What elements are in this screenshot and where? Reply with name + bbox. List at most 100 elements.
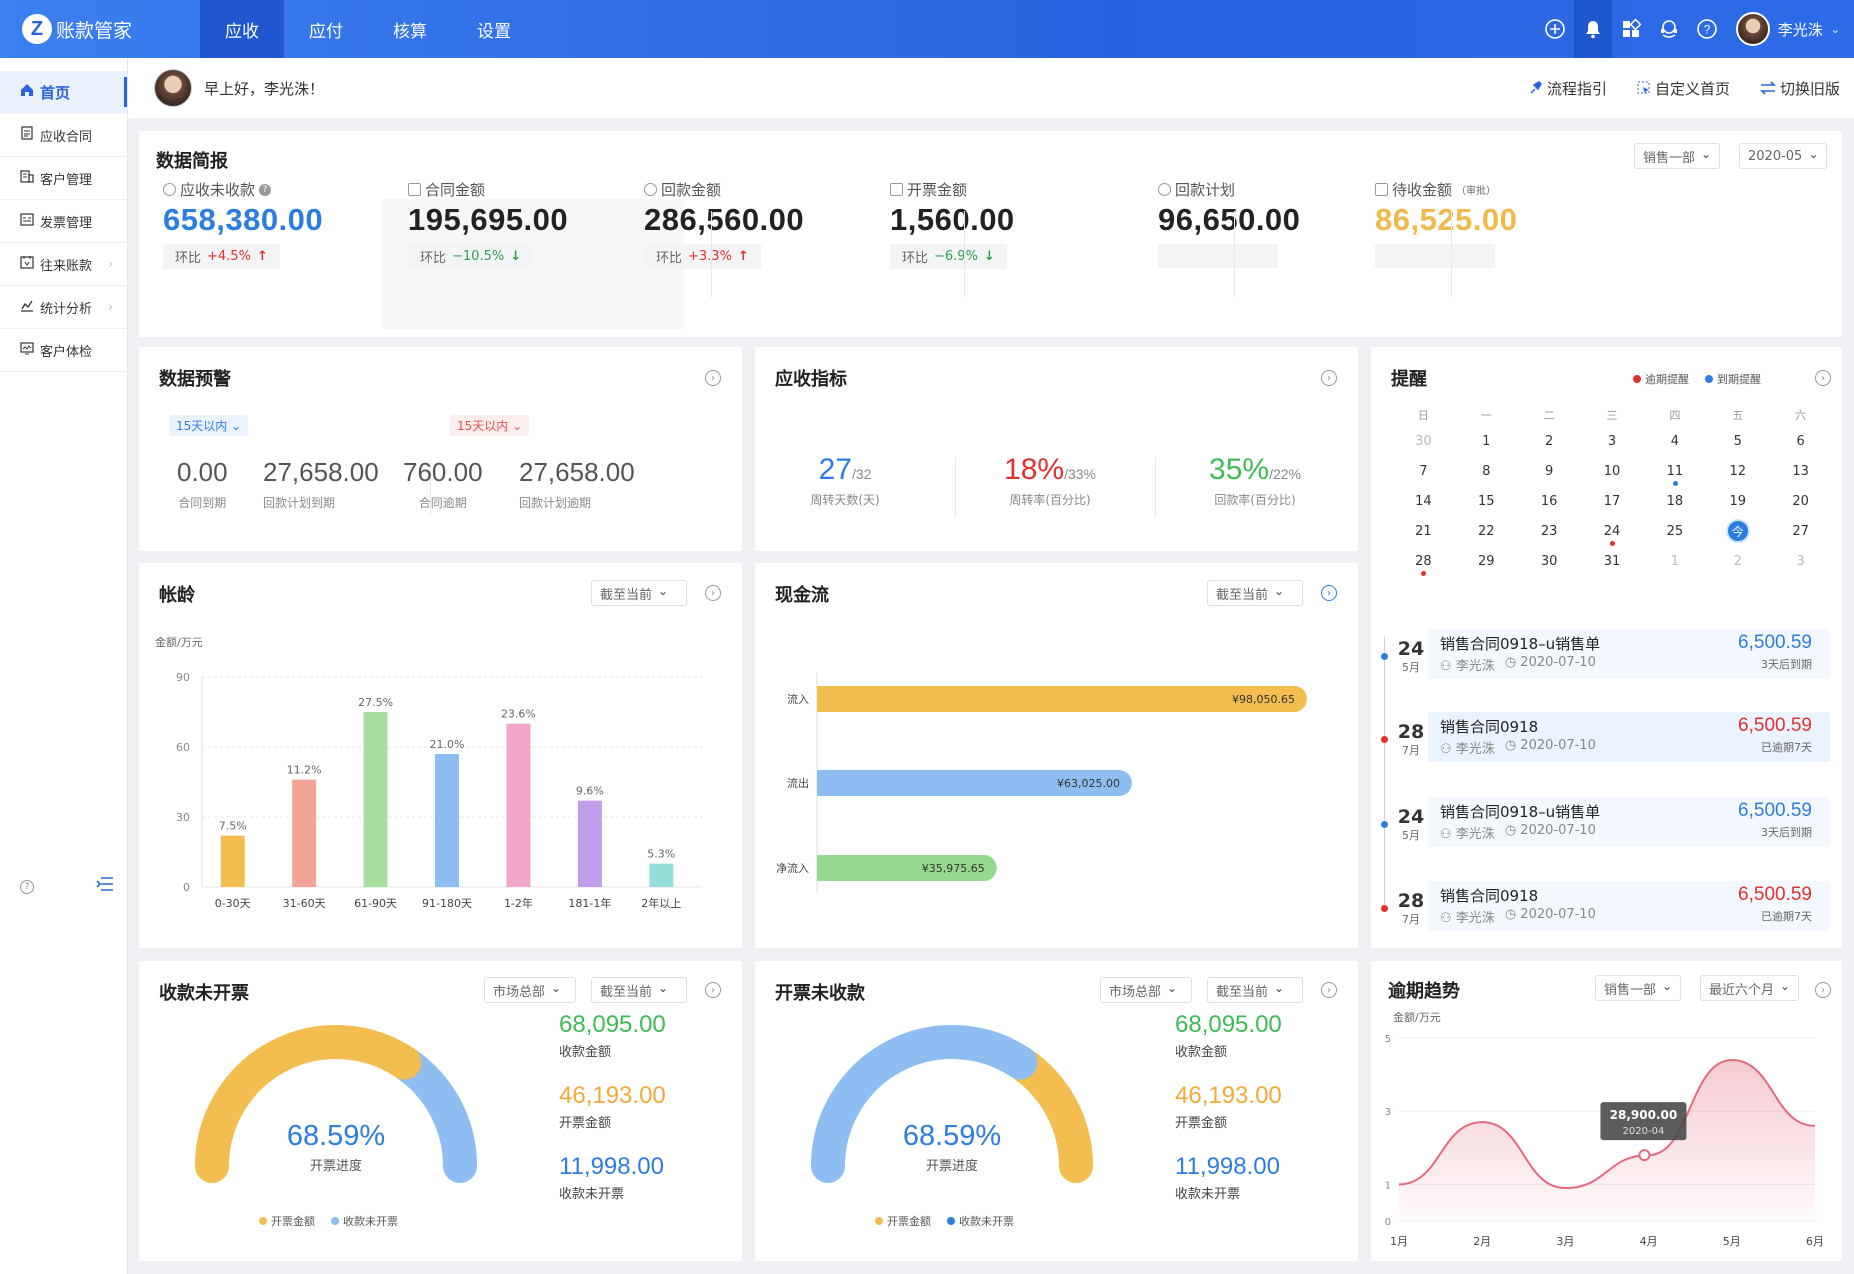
- calendar-day[interactable]: 11: [1643, 464, 1706, 486]
- warning-stat-1[interactable]: 27,658.00 回款计划到期: [263, 457, 379, 511]
- sidebar-item-5[interactable]: 统计分析 ›: [0, 286, 127, 329]
- sidebar-item-4[interactable]: 往来账款 ›: [0, 243, 127, 286]
- sidebar-item-0[interactable]: 首页: [0, 71, 127, 114]
- calendar-day[interactable]: 27: [1769, 524, 1832, 539]
- calendar-day[interactable]: 31: [1581, 554, 1644, 569]
- department-select[interactable]: 销售一部: [1634, 143, 1721, 169]
- tab-1[interactable]: 应付: [284, 0, 368, 58]
- calendar-day[interactable]: 21: [1392, 524, 1455, 539]
- calendar-day[interactable]: 5: [1706, 434, 1769, 449]
- warning-stat-2[interactable]: 760.00 合同逾期: [403, 457, 483, 511]
- collapse-menu-icon[interactable]: [96, 876, 114, 896]
- tab-2[interactable]: 核算: [368, 0, 452, 58]
- calendar-day[interactable]: 23: [1518, 524, 1581, 539]
- calendar-day[interactable]: 30: [1518, 554, 1581, 569]
- month-select[interactable]: 2020-05: [1739, 143, 1828, 169]
- warning-stat-0[interactable]: 0.00 合同到期: [177, 457, 228, 511]
- sidebar-item-1[interactable]: 应收合同: [0, 114, 127, 157]
- calendar-day[interactable]: 1: [1455, 434, 1518, 449]
- calendar-day[interactable]: 今: [1706, 519, 1769, 543]
- calendar-day[interactable]: 30: [1392, 434, 1455, 449]
- hover-point[interactable]: [1638, 1149, 1651, 1162]
- calendar-day[interactable]: 4: [1643, 434, 1706, 449]
- calendar-day[interactable]: 17: [1581, 494, 1644, 509]
- day-number: 7: [1419, 463, 1428, 479]
- warning-stat-3[interactable]: 27,658.00 回款计划逾期: [519, 457, 635, 511]
- sidebar-item-2[interactable]: 客户管理: [0, 157, 127, 200]
- due-range-tag[interactable]: 15天以内 ⌄: [169, 415, 249, 436]
- calendar-day[interactable]: 7: [1392, 464, 1455, 479]
- add-icon[interactable]: [1536, 0, 1574, 58]
- bar[interactable]: [363, 712, 388, 887]
- gauge-stat[interactable]: 46,193.00 开票金额: [559, 1082, 666, 1153]
- help-icon[interactable]: ?: [1688, 0, 1726, 58]
- support-icon[interactable]: [1650, 0, 1688, 58]
- guide-link[interactable]: 流程指引: [1529, 78, 1607, 99]
- summary-stat-0[interactable]: 应收未收款? 658,380.00 环比 +4.5% ↑: [163, 179, 323, 269]
- more-arrow-icon[interactable]: ›: [1321, 370, 1337, 386]
- calendar-day[interactable]: 3: [1769, 554, 1832, 569]
- more-arrow-icon[interactable]: ›: [705, 370, 721, 386]
- apps-icon[interactable]: [1612, 0, 1650, 58]
- calendar-day[interactable]: 15: [1455, 494, 1518, 509]
- bar[interactable]: [292, 779, 317, 887]
- bell-icon[interactable]: [1573, 0, 1612, 58]
- summary-stat-5[interactable]: 待收金额 （审批） 86,525.00: [1375, 179, 1517, 272]
- calendar-day[interactable]: 28: [1392, 554, 1455, 576]
- calendar-day[interactable]: 2: [1518, 434, 1581, 449]
- calendar-day[interactable]: 19: [1706, 494, 1769, 509]
- day-number: 19: [1729, 493, 1746, 509]
- calendar-day[interactable]: 9: [1518, 464, 1581, 479]
- bar[interactable]: [435, 754, 459, 887]
- calendar-day[interactable]: 18: [1643, 494, 1706, 509]
- calendar-day[interactable]: 8: [1455, 464, 1518, 479]
- reminder-item[interactable]: 销售合同0918 ⚇ 李光洙 ◷ 2020-07-10 6,500.59 已逾期7天: [1428, 881, 1830, 931]
- user-menu[interactable]: 李光洙 ⌄: [1726, 12, 1854, 46]
- calendar-day[interactable]: 3: [1581, 434, 1644, 449]
- indicator-0[interactable]: 27/32 周转天数(天): [765, 453, 925, 508]
- bar[interactable]: [649, 863, 674, 887]
- bar[interactable]: [220, 835, 245, 887]
- help-icon[interactable]: ?: [20, 880, 34, 894]
- calendar-day[interactable]: 29: [1455, 554, 1518, 569]
- gauge-stat[interactable]: 11,998.00 收款未开票: [1175, 1153, 1282, 1224]
- indicator-1[interactable]: 18%/33% 周转率(百分比): [970, 453, 1130, 508]
- calendar-day[interactable]: 14: [1392, 494, 1455, 509]
- calendar-day[interactable]: 13: [1769, 464, 1832, 479]
- customize-home-link[interactable]: 自定义首页: [1637, 78, 1730, 99]
- calendar-day[interactable]: 25: [1643, 524, 1706, 539]
- gauge-stat[interactable]: 68,095.00 收款金额: [559, 1011, 666, 1082]
- calendar-day[interactable]: 22: [1455, 524, 1518, 539]
- calendar-day[interactable]: 1: [1643, 554, 1706, 569]
- summary-stat-3[interactable]: 开票金额 1,560.00 环比 −6.9% ↓: [890, 179, 1015, 269]
- compare-label: 环比: [175, 251, 202, 266]
- tab-0[interactable]: 应收: [200, 0, 284, 58]
- gauge-stat[interactable]: 46,193.00 开票金额: [1175, 1082, 1282, 1153]
- help-icon[interactable]: ?: [259, 183, 272, 196]
- calendar-day[interactable]: 24: [1581, 524, 1644, 546]
- reminder-item[interactable]: 销售合同0918 ⚇ 李光洙 ◷ 2020-07-10 6,500.59 已逾期7天: [1428, 712, 1830, 762]
- indicator-2[interactable]: 35%/22% 回款率(百分比): [1175, 453, 1335, 508]
- overdue-range-tag[interactable]: 15天以内 ⌄: [450, 415, 530, 436]
- summary-stat-2[interactable]: 回款金额 286,560.00 环比 +3.3% ↑: [644, 179, 804, 269]
- more-arrow-icon[interactable]: ›: [1815, 370, 1831, 386]
- tab-3[interactable]: 设置: [452, 0, 536, 58]
- calendar-day[interactable]: 2: [1706, 554, 1769, 569]
- calendar-day[interactable]: 16: [1518, 494, 1581, 509]
- app-logo[interactable]: Z 账款管家: [0, 14, 200, 44]
- calendar-day[interactable]: 12: [1706, 464, 1769, 479]
- bar[interactable]: [577, 800, 602, 887]
- calendar-day[interactable]: 10: [1581, 464, 1644, 479]
- switch-old-link[interactable]: 切换旧版: [1760, 78, 1840, 99]
- calendar-day[interactable]: 6: [1769, 434, 1832, 449]
- bar[interactable]: [506, 723, 531, 887]
- sidebar-item-6[interactable]: 客户体检: [0, 329, 127, 372]
- reminder-item[interactable]: 销售合同0918–u销售单 ⚇ 李光洙 ◷ 2020-07-10 6,500.59 3天…: [1428, 629, 1830, 679]
- gauge-stat[interactable]: 68,095.00 收款金额: [1175, 1011, 1282, 1082]
- calendar-day[interactable]: 20: [1769, 494, 1832, 509]
- summary-stat-4[interactable]: 回款计划 96,650.00: [1158, 179, 1300, 272]
- summary-stat-1[interactable]: 合同金额 195,695.00 环比 −10.5% ↓: [408, 179, 568, 269]
- gauge-stat[interactable]: 11,998.00 收款未开票: [559, 1153, 666, 1224]
- sidebar-item-3[interactable]: 发票管理: [0, 200, 127, 243]
- reminder-item[interactable]: 销售合同0918–u销售单 ⚇ 李光洙 ◷ 2020-07-10 6,500.59 3天…: [1428, 797, 1830, 847]
